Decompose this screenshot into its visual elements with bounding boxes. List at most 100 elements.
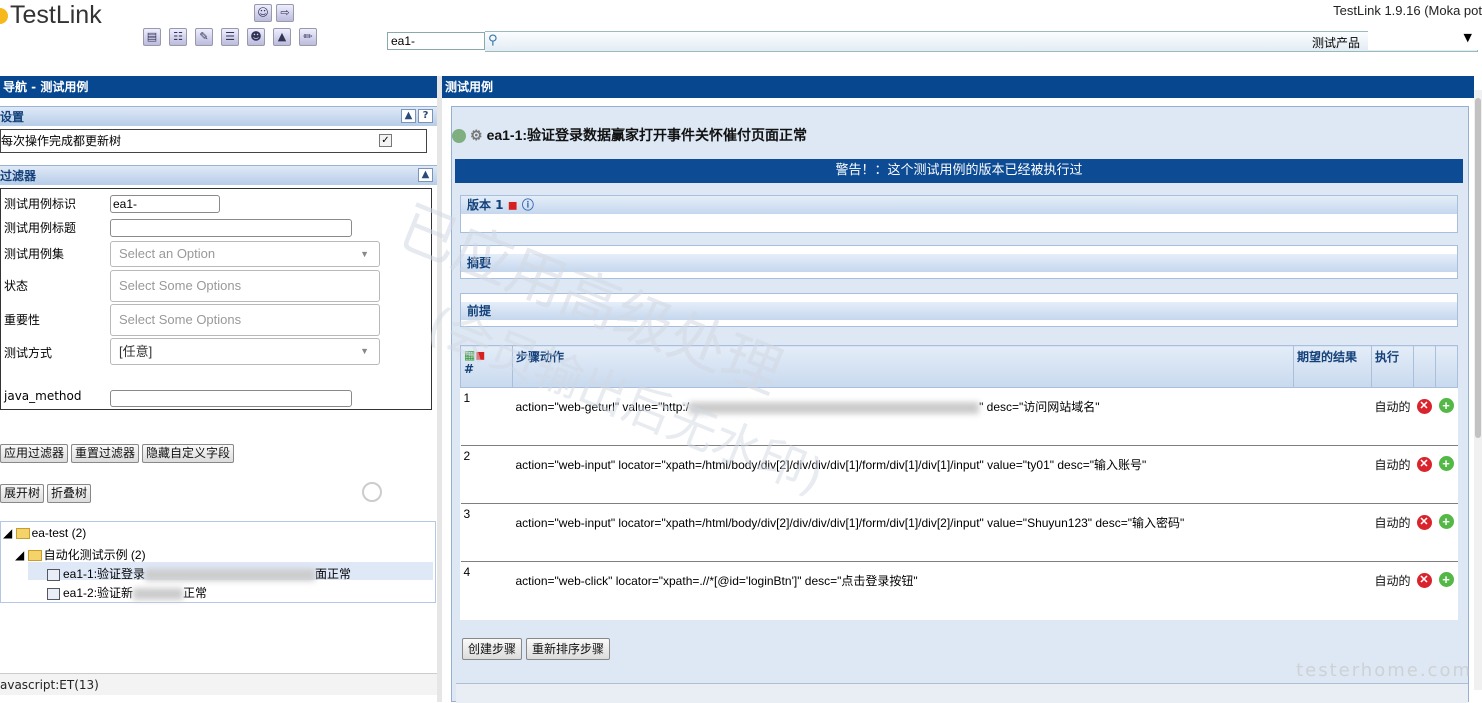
step-expected [1293,561,1372,620]
logout-icon[interactable]: ⇨ [276,4,294,22]
scrollbar-thumb[interactable] [1475,98,1481,438]
search-input[interactable] [387,32,485,50]
update-tree-checkbox[interactable]: ✓ [379,134,392,147]
workframe-pane: 测试用例 ⚙ ea1-1:验证登录数据赢家打开事件关怀催付页面正常 警告！：这个测… [442,76,1482,703]
test-plan-icon[interactable]: ☰ [221,28,239,46]
reorder-steps-button[interactable]: 重新排序步骤 [526,638,611,660]
collapse-icon[interactable]: ▲ [418,168,433,182]
tc-id-label: 测试用例标识 [4,197,77,211]
expand-tree-button[interactable]: 展开树 [0,484,45,503]
chevron-down-icon: ▼ [360,346,369,356]
actions-column-header: 步骤动作 [512,345,1294,388]
navigator-header: 导航 - 测试用例 [0,76,437,98]
apply-filter-button[interactable]: 应用过滤器 [0,444,69,463]
status-label: 状态 [4,279,29,293]
add-step-icon[interactable]: + [1438,398,1454,413]
executed-warning: 警告！：这个测试用例的版本已经被执行过 [455,159,1463,183]
tree-case-1[interactable]: ea1-1:验证登录 面正常 [47,565,351,582]
step-row: 3 action="web-input" locator="xpath=/html… [460,503,1458,562]
version-label: TestLink 1.9.16 (Moka pot [1333,3,1482,18]
ghost-icon[interactable]: ◼ [475,348,485,362]
requirements-icon[interactable]: ☷ [169,28,187,46]
specification-icon[interactable]: ✎ [195,28,213,46]
exec-type-select[interactable]: [任意] ▼ [110,338,380,365]
step-exec-type: 自动的 [1371,445,1414,504]
step-action: action="web-input" locator="xpath=/html/… [512,503,1294,562]
help-icon[interactable]: ? [418,109,433,123]
testcase-view: ⚙ ea1-1:验证登录数据赢家打开事件关怀催付页面正常 警告！：这个测试用例的版… [451,106,1469,703]
testlink-logo[interactable]: TestLink [0,1,102,30]
blurred-text [145,568,316,581]
user-icons: ☺ ⇨ [254,4,294,22]
status-bar: avascript:ET(13) [0,673,487,695]
delete-step-icon[interactable]: ✕ [1416,573,1432,588]
blurred-text [689,401,980,414]
tree-root[interactable]: ◢ ea-test (2) [3,526,86,540]
status-multiselect[interactable]: Select Some Options [110,270,380,302]
step-exec-type: 自动的 [1371,561,1414,620]
collapse-tree-button[interactable]: 折叠树 [47,484,92,503]
create-step-button[interactable]: 创建步骤 [462,638,523,660]
execute-icon[interactable] [452,129,466,144]
navigator-pane: 导航 - 测试用例 设置 ▲? 每次操作完成都更新树 ✓ 过滤器 ▲ 测试用例标… [0,76,437,702]
add-step-icon[interactable]: + [1438,456,1454,471]
step-exec-type: 自动的 [1371,503,1414,562]
testcase-icon [47,568,60,581]
chevron-down-icon: ▼ [360,249,369,259]
version-label: 版本 1 [467,198,504,212]
blurred-text [133,587,184,600]
summary-section: 摘要 [460,245,1458,279]
reset-filter-button[interactable]: 重置过滤器 [71,444,140,463]
tree-suite[interactable]: ◢ 自动化测试示例 (2) [15,546,146,563]
product-label: 测试产品 [1312,36,1361,50]
step-expected [1293,503,1372,562]
site-watermark: testerhome.com [1296,660,1472,681]
step-number: 4 [460,561,513,620]
tc-id-input[interactable] [110,195,220,213]
add-step-icon[interactable]: + [1438,514,1454,529]
step-number: 2 [460,445,513,504]
exec-type-label: 测试方式 [4,346,53,360]
gear-icon[interactable]: ⚙ [470,127,483,143]
testsuite-select[interactable]: Select an Option ▼ [110,241,380,267]
edit-icon[interactable]: ✏ [299,28,317,46]
tc-title-input[interactable] [110,219,352,237]
search-icon[interactable]: ⚲ [488,33,498,48]
test-tree: ◢ ea-test (2) ◢ 自动化测试示例 (2) ea1-1:验证登录 面正… [0,521,436,603]
delete-step-icon[interactable]: ✕ [1416,515,1432,530]
scrollbar[interactable] [1474,90,1482,690]
product-select[interactable]: ▼ [1368,31,1478,50]
ghost-icon[interactable]: ◼ [508,198,518,212]
folder-icon [27,550,42,562]
step-expected [1293,445,1372,504]
testsuite-label: 测试用例集 [4,247,65,261]
collapse-icon[interactable]: ▲ [401,109,416,123]
excel-icon[interactable]: ▦ [464,348,475,362]
users-icon[interactable]: ☻ [247,28,265,46]
expected-column-header: 期望的结果 [1293,345,1372,388]
step-row: 1 action="web-geturl" value="http:/" desc… [460,387,1458,446]
user-icon[interactable]: ☺ [254,4,272,22]
info-icon[interactable]: ⓘ [522,198,534,212]
importance-multiselect[interactable]: Select Some Options [110,304,380,336]
step-expected [1293,387,1372,446]
events-icon[interactable]: ▲ [273,28,291,46]
step-action: action="web-click" locator="xpath=.//*[@… [512,561,1294,620]
tree-case-2[interactable]: ea1-2:验证新 正常 [47,584,207,601]
add-step-icon[interactable]: + [1438,572,1454,587]
testcase-icon [47,587,60,600]
java-method-input[interactable] [110,390,352,407]
delete-step-icon[interactable]: ✕ [1416,457,1432,472]
update-tree-row: 每次操作完成都更新树 ✓ [0,129,427,153]
num-column-header: ▦◼ # [460,345,513,388]
tc-title-label: 测试用例标题 [4,221,77,235]
desktop-icon[interactable]: ▤ [143,28,161,46]
toolbar-icons: ▤ ☷ ✎ ☰ ☻ ▲ ✏ [143,28,317,46]
delete-step-icon[interactable]: ✕ [1416,399,1432,414]
top-bar: TestLink ☺ ⇨ ▤ ☷ ✎ ☰ ☻ ▲ ✏ ⚲ TestLink 1.… [0,0,1482,62]
hide-custom-fields-button[interactable]: 隐藏自定义字段 [142,444,235,463]
step-action: action="web-geturl" value="http:/" desc=… [512,387,1294,446]
loading-spinner-icon [362,482,382,502]
step-exec-type: 自动的 [1371,387,1414,446]
exec-column-header: 执行 [1371,345,1414,388]
